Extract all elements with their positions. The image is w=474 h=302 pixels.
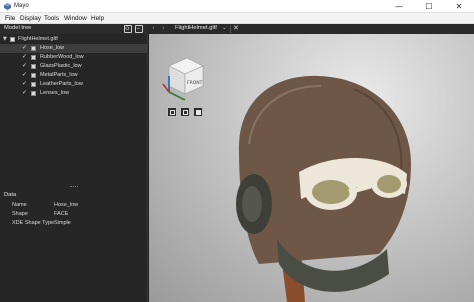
tab-separator (230, 25, 231, 33)
part-icon (31, 46, 36, 51)
view-cube-face-label: FRONT (187, 80, 203, 86)
tree-root-label: FlightHelmet.gltf (18, 36, 58, 42)
menu-file[interactable]: File (5, 15, 15, 22)
document-name: FlightHelmet.gltf (175, 25, 217, 31)
visibility-check-icon[interactable]: ✓ (22, 89, 27, 96)
property-key: Shape (12, 211, 28, 217)
tree-item-label: Lenses_low (40, 90, 70, 96)
part-icon (31, 82, 36, 87)
mayo-app-icon (4, 3, 11, 10)
tree-item-label: RubberWood_low (40, 54, 84, 60)
tree-item-label: Hose_low (40, 45, 65, 51)
file-icon (10, 37, 15, 42)
collapse-icon (136, 27, 140, 29)
tree-item-rubberwood-low[interactable]: ✓ RubberWood_low (0, 53, 148, 62)
property-value: FACE (54, 211, 69, 217)
expand-arrow-icon[interactable]: ▼ (3, 36, 7, 42)
property-value: Hose_low (54, 202, 79, 208)
visibility-check-icon[interactable]: ✓ (22, 80, 27, 87)
tree-item-label: MetalParts_low (40, 72, 78, 78)
property-key: XDE Shape Type (12, 220, 55, 226)
display-mode-button[interactable] (193, 107, 203, 117)
menu-window[interactable]: Window (64, 15, 87, 22)
tree-item-label: LeatherParts_low (40, 81, 83, 87)
left-panel: Model tree ▼ FlightHelmet.gltf ✓ Hose_lo… (0, 24, 148, 302)
tree-item-lenses-low[interactable]: ✓ Lenses_low (0, 89, 148, 98)
document-tab-bar: ‹ › FlightHelmet.gltf ⌄ ✕ (148, 24, 474, 34)
settings-icon (125, 26, 130, 31)
visibility-check-icon[interactable]: ✓ (22, 62, 27, 69)
tree-item-glassplastic-low[interactable]: ✓ GlassPlastic_low (0, 62, 148, 71)
property-value: Simple (54, 220, 71, 226)
visibility-check-icon[interactable]: ✓ (22, 44, 27, 51)
tree-item-hose-low[interactable]: ✓ Hose_low (0, 44, 148, 53)
display-mode-icon (196, 110, 201, 115)
part-icon (31, 73, 36, 78)
document-selector[interactable]: FlightHelmet.gltf ⌄ (172, 25, 230, 33)
tree-options-button[interactable] (124, 25, 132, 33)
title-bar: Mayo — ☐ ✕ (0, 0, 474, 13)
part-icon (31, 64, 36, 69)
property-row-name: Name Hose_low (12, 202, 142, 211)
tree-item-label: GlassPlastic_low (40, 63, 82, 69)
fit-all-button[interactable] (167, 107, 177, 117)
data-panel-title: Data (4, 192, 17, 198)
property-row-shape: Shape FACE (12, 211, 142, 220)
menu-display[interactable]: Display (20, 15, 41, 22)
model-tree-header: Model tree (0, 24, 148, 34)
menu-help[interactable]: Help (91, 15, 104, 22)
tree-collapse-button[interactable] (135, 25, 143, 33)
model-tree-title: Model tree (4, 25, 32, 31)
close-document-button[interactable]: ✕ (233, 24, 239, 32)
tree-item-leatherparts-low[interactable]: ✓ LeatherParts_low (0, 80, 148, 89)
part-icon (31, 55, 36, 60)
menu-bar: File Display Tools Window Help (0, 13, 474, 24)
minimize-button[interactable]: — (384, 0, 414, 13)
3d-viewport[interactable]: FRONT (149, 34, 474, 302)
part-icon (31, 91, 36, 96)
back-arrow-icon[interactable]: ‹ (152, 24, 155, 32)
view-cube[interactable]: FRONT (159, 54, 207, 112)
property-key: Name (12, 202, 27, 208)
chevron-down-icon: ⌄ (222, 25, 227, 31)
explode-view-button[interactable] (180, 107, 190, 117)
maximize-button[interactable]: ☐ (414, 0, 444, 13)
property-row-xde-shape-type: XDE Shape Type Simple (12, 220, 142, 229)
fit-all-icon (170, 110, 175, 115)
tree-item-metalparts-low[interactable]: ✓ MetalParts_low (0, 71, 148, 80)
explode-icon (183, 110, 188, 115)
tree-root-row[interactable]: ▼ FlightHelmet.gltf (0, 35, 148, 44)
menu-tools[interactable]: Tools (44, 15, 59, 22)
visibility-check-icon[interactable]: ✓ (22, 53, 27, 60)
window-title: Mayo (14, 3, 29, 9)
close-window-button[interactable]: ✕ (444, 0, 474, 13)
forward-arrow-icon[interactable]: › (162, 24, 165, 32)
visibility-check-icon[interactable]: ✓ (22, 71, 27, 78)
panel-splitter-handle[interactable] (70, 186, 78, 187)
